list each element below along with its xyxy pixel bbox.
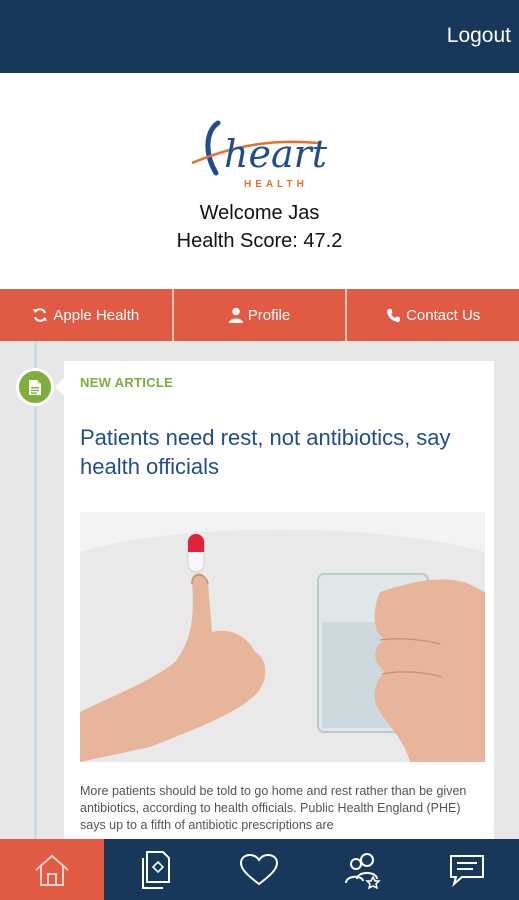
bottom-nav xyxy=(0,839,519,900)
home-icon xyxy=(35,854,69,886)
nav-health[interactable] xyxy=(208,839,312,900)
chat-icon xyxy=(450,854,485,887)
logout-button[interactable]: Logout xyxy=(447,24,511,48)
apple-health-button[interactable]: Apple Health xyxy=(0,289,174,341)
article-image[interactable] xyxy=(80,512,485,762)
profile-label: Profile xyxy=(247,306,291,324)
pill-and-water-photo xyxy=(80,512,485,762)
article-type-badge xyxy=(16,368,54,406)
nav-community[interactable] xyxy=(311,839,415,900)
top-bar: Logout xyxy=(0,0,519,73)
article-tag: NEW ARTICLE xyxy=(80,375,174,390)
sync-icon xyxy=(33,308,48,322)
phone-icon xyxy=(387,308,401,322)
user-icon xyxy=(228,307,243,323)
article-card[interactable]: NEW ARTICLE Patients need rest, not anti… xyxy=(64,361,494,839)
article-excerpt: More patients should be told to go home … xyxy=(80,784,467,832)
timeline-line xyxy=(34,341,37,839)
documents-icon xyxy=(141,850,170,889)
apple-health-label: Apple Health xyxy=(53,306,140,324)
nav-home[interactable] xyxy=(0,839,104,900)
nav-messages[interactable] xyxy=(415,839,519,900)
news-feed[interactable]: NEW ARTICLE Patients need rest, not anti… xyxy=(0,341,519,839)
contact-us-button[interactable]: Contact Us xyxy=(347,289,519,341)
nav-documents[interactable] xyxy=(104,839,208,900)
action-bar: Apple Health Profile Contact Us xyxy=(0,289,519,341)
heart-icon xyxy=(240,853,279,885)
header: heart HEALTH Welcome Jas Health Score: 4… xyxy=(0,73,519,289)
svg-text:heart: heart xyxy=(224,132,328,176)
contact-us-label: Contact Us xyxy=(406,306,481,324)
svg-text:HEALTH: HEALTH xyxy=(244,179,308,190)
health-score: Health Score: 47.2 xyxy=(176,230,343,252)
people-star-icon xyxy=(345,852,382,889)
welcome-text: Welcome Jas xyxy=(199,202,320,224)
profile-button[interactable]: Profile xyxy=(174,289,348,341)
heart-health-logo: heart HEALTH xyxy=(191,120,328,190)
article-title[interactable]: Patients need rest, not antibiotics, say… xyxy=(80,423,490,481)
document-icon xyxy=(29,379,41,395)
